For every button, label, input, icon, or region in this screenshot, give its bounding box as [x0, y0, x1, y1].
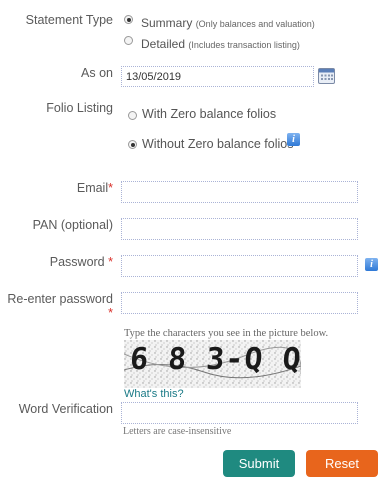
without-zero-balance-radio[interactable]: [128, 140, 137, 149]
with-zero-balance-label[interactable]: With Zero balance folios: [142, 107, 276, 121]
pan-label: PAN (optional): [32, 218, 113, 232]
summary-option-label[interactable]: Summary (Only balances and valuation): [141, 16, 315, 30]
detailed-note: (Includes transaction listing): [188, 40, 300, 50]
summary-text: Summary: [141, 16, 193, 30]
reenter-password-required-mark: *: [108, 306, 113, 320]
email-field[interactable]: [121, 181, 358, 203]
submit-button[interactable]: Submit: [223, 450, 295, 477]
password-info-icon[interactable]: i: [365, 258, 378, 271]
folio-info-icon[interactable]: i: [287, 133, 300, 146]
pan-field[interactable]: [121, 218, 358, 240]
detailed-option-label[interactable]: Detailed (Includes transaction listing): [141, 37, 300, 51]
captcha-instruction: Type the characters you see in the pictu…: [124, 328, 329, 339]
reenter-password-label-text: Re-enter password: [7, 292, 113, 306]
as-on-date-input[interactable]: 13/05/2019: [121, 66, 314, 87]
summary-note: (Only balances and valuation): [195, 19, 315, 29]
folio-listing-label: Folio Listing: [46, 101, 113, 115]
captcha-text: 6 8 3-Q Q: [128, 342, 301, 377]
detailed-radio[interactable]: [124, 36, 133, 45]
detailed-text: Detailed: [141, 37, 186, 51]
email-label: Email*: [0, 181, 113, 195]
password-field[interactable]: [121, 255, 358, 277]
summary-radio[interactable]: [124, 15, 133, 24]
without-zero-balance-label[interactable]: Without Zero balance folios: [142, 137, 293, 151]
whats-this-link[interactable]: What's this?: [124, 388, 184, 400]
with-zero-balance-radio[interactable]: [128, 111, 137, 120]
reenter-password-label: Re-enter password *: [0, 292, 113, 320]
word-verification-label: Word Verification: [18, 402, 113, 416]
calendar-icon[interactable]: [318, 67, 335, 84]
as-on-label: As on: [81, 66, 113, 80]
password-label-text: Password: [49, 255, 105, 269]
email-label-text: Email: [76, 181, 109, 195]
statement-type-label: Statement Type: [25, 13, 113, 27]
case-insensitive-hint: Letters are case-insensitive: [123, 426, 232, 437]
reenter-password-field[interactable]: [121, 292, 358, 314]
captcha-image: 6 8 3-Q Q: [124, 340, 301, 388]
password-required-mark: *: [108, 255, 113, 269]
word-verification-field[interactable]: [121, 402, 358, 424]
email-required-mark: *: [108, 181, 113, 195]
password-label: Password *: [0, 255, 113, 269]
reset-button[interactable]: Reset: [306, 450, 378, 477]
